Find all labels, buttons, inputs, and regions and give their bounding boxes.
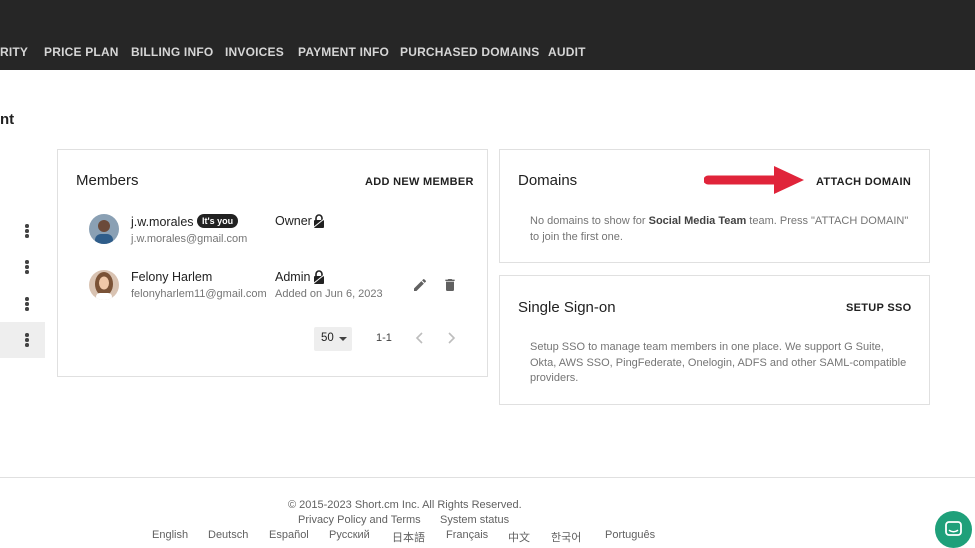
team-menu-button[interactable] [0, 286, 45, 322]
language-link-english[interactable]: English [152, 529, 188, 541]
added-date: Added on Jun 6, 2023 [275, 288, 383, 300]
domains-card: Domains ATTACH DOMAIN No domains to show… [499, 149, 930, 263]
avatar [89, 214, 119, 244]
team-menu-button[interactable] [0, 249, 45, 285]
language-link-russian[interactable]: Русский [329, 529, 370, 541]
prev-page-icon[interactable] [415, 331, 425, 349]
chat-launcher-button[interactable] [935, 511, 972, 548]
its-you-badge: It's you [197, 214, 239, 228]
member-role: Owner [275, 214, 312, 228]
sso-card: Single Sign-on SETUP SSO Setup SSO to ma… [499, 275, 930, 405]
more-vert-icon [25, 333, 29, 347]
language-link-espanol[interactable]: Español [269, 529, 309, 541]
members-card: Members ADD NEW MEMBER j.w.morales It's … [57, 149, 488, 377]
next-page-icon[interactable] [446, 331, 456, 349]
per-page-value: 50 [321, 332, 334, 344]
language-link-chinese[interactable]: 中文 [508, 529, 530, 545]
nav-billing-info[interactable]: BILLING INFO [131, 45, 213, 59]
footer-divider [0, 477, 975, 478]
member-name: Felony Harlem [131, 270, 213, 284]
copyright-text: © 2015-2023 Short.cm Inc. All Rights Res… [288, 499, 522, 511]
member-name: j.w.morales [131, 215, 194, 229]
language-link-korean[interactable]: 한국어 [551, 529, 581, 545]
dropdown-arrow-icon [339, 337, 347, 341]
privacy-policy-link[interactable]: Privacy Policy and Terms [298, 514, 421, 526]
sso-title: Single Sign-on [518, 299, 616, 316]
more-vert-icon [25, 297, 29, 311]
member-role: Admin [275, 270, 311, 284]
member-email: j.w.morales@gmail.com [131, 233, 248, 245]
nav-purchased-domains[interactable]: PURCHASED DOMAINS [400, 45, 539, 59]
avatar [89, 270, 119, 300]
setup-sso-button[interactable]: SETUP SSO [846, 302, 911, 314]
page-title: nt [0, 111, 15, 128]
system-status-link[interactable]: System status [440, 514, 509, 526]
chat-icon [945, 521, 962, 536]
delete-icon[interactable] [442, 277, 458, 298]
nav-security[interactable]: RITY [0, 45, 28, 59]
add-new-member-button[interactable]: ADD NEW MEMBER [365, 176, 474, 188]
members-title: Members [76, 172, 139, 189]
per-page-select[interactable]: 50 [314, 327, 352, 351]
team-menu-button-active[interactable] [0, 322, 45, 358]
language-link-deutsch[interactable]: Deutsch [208, 529, 248, 541]
lock-icon [313, 214, 325, 233]
nav-audit[interactable]: AUDIT [548, 45, 586, 59]
red-arrow-annotation [704, 166, 804, 194]
language-link-portugues[interactable]: Português [605, 529, 655, 541]
lock-icon [313, 270, 325, 289]
more-vert-icon [25, 224, 29, 238]
edit-icon[interactable] [412, 277, 428, 298]
top-nav-bar: RITY PRICE PLAN BILLING INFO INVOICES PA… [0, 0, 975, 70]
domains-title: Domains [518, 172, 578, 189]
nav-price-plan[interactable]: PRICE PLAN [44, 45, 119, 59]
nav-invoices[interactable]: INVOICES [225, 45, 284, 59]
pagination-range: 1-1 [376, 332, 392, 344]
domains-empty-text: No domains to show for Social Media Team… [530, 215, 909, 243]
sso-description: Setup SSO to manage team members in one … [530, 341, 907, 384]
language-link-japanese[interactable]: 日本語 [392, 529, 425, 545]
nav-payment-info[interactable]: PAYMENT INFO [298, 45, 389, 59]
more-vert-icon [25, 260, 29, 274]
team-menu-button[interactable] [0, 213, 45, 249]
language-link-francais[interactable]: Français [446, 529, 488, 541]
attach-domain-button[interactable]: ATTACH DOMAIN [816, 176, 911, 188]
member-email: felonyharlem11@gmail.com [131, 288, 267, 300]
